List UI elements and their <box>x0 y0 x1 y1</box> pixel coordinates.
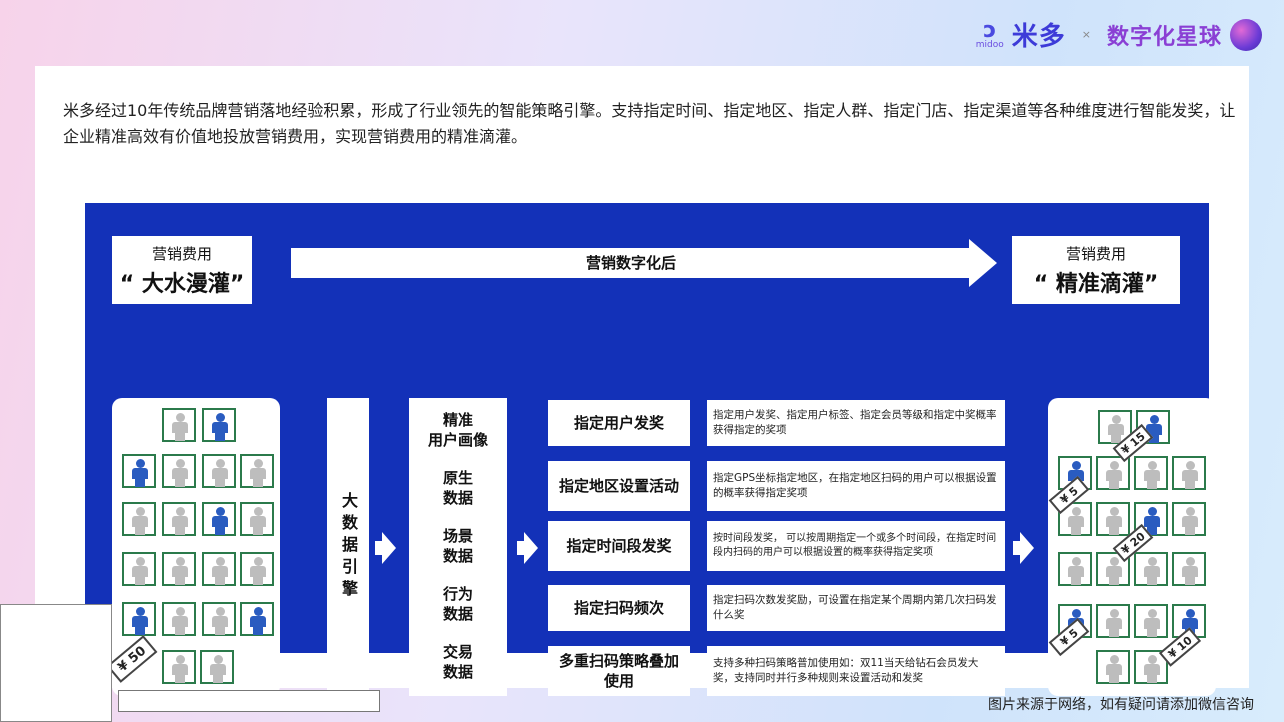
person-icon <box>122 552 156 586</box>
strategy-desc: 指定GPS坐标指定地区，在指定地区扫码的用户可以根据设置的概率获得指定奖项 <box>707 461 1005 511</box>
person-icon <box>162 502 196 536</box>
person-icon <box>200 650 234 684</box>
person-icon <box>240 602 274 636</box>
source-note: 图片来源于网络，如有疑问请添加微信咨询 <box>988 697 1254 713</box>
data-item: 精准 用户画像 <box>427 411 488 449</box>
data-item: 交易 数据 <box>442 643 473 681</box>
data-sources-column: 精准 用户画像 原生 数据 场景 数据 行为 数据 交易 数据 <box>409 398 507 696</box>
right-title-box: 营销费用 “ 精准滴灌” <box>1012 236 1180 304</box>
arrow-right-icon <box>1020 532 1034 564</box>
big-data-engine: 大数据引擎 <box>327 398 369 696</box>
overlay-box <box>0 604 112 722</box>
strategy-item: 多重扫码策略叠加使用 <box>548 646 690 696</box>
strategy-item: 指定时间段发奖 <box>548 521 690 571</box>
right-title-main: “ 精准滴灌” <box>1033 271 1159 297</box>
person-icon <box>202 502 236 536</box>
strategy-item: 指定地区设置活动 <box>548 461 690 511</box>
person-icon <box>162 602 196 636</box>
strategy-diagram: 营销费用 “ 大水漫灌” 营销数字化后 营销费用 “ 精准滴灌” ¥ 50 大数… <box>85 203 1216 696</box>
caption-strip <box>118 690 380 712</box>
data-item: 场景 数据 <box>442 527 473 565</box>
person-icon <box>202 602 236 636</box>
data-item: 原生 数据 <box>442 469 473 507</box>
data-item: 行为 数据 <box>442 585 473 623</box>
person-icon <box>162 650 196 684</box>
arrow-right-icon <box>524 532 538 564</box>
strategy-desc: 指定用户发奖、指定用户标签、指定会员等级和指定中奖概率获得指定的奖项 <box>707 400 1005 446</box>
person-icon <box>1172 502 1206 536</box>
strategy-desc: 支持多种扫码策略普加使用如：双11当天给钻石会员发大奖，支持同时并行多种规则来设… <box>707 646 1005 696</box>
person-icon <box>162 408 196 442</box>
person-icon <box>202 454 236 488</box>
top-arrow-head-icon <box>969 239 997 287</box>
person-icon <box>162 454 196 488</box>
crowd-panel-left: ¥ 50 <box>106 398 280 696</box>
engine-label: 大数据引擎 <box>339 492 358 602</box>
person-icon <box>1172 552 1206 586</box>
crowd-panel-right: ¥ 15 ¥ 5 ¥ 20 ¥ 5 ¥ 10 <box>1048 398 1216 696</box>
person-icon <box>1096 604 1130 638</box>
strategy-item: 指定用户发奖 <box>548 400 690 446</box>
price-tag-left: ¥ 50 <box>106 635 158 683</box>
person-icon <box>162 552 196 586</box>
person-icon <box>1172 456 1206 490</box>
intro-text: 米多经过10年传统品牌营销落地经验积累，形成了行业领先的智能策略引擎。支持指定时… <box>63 101 1236 146</box>
brand-name: 米多 <box>1011 22 1066 52</box>
arrow-right-icon <box>382 532 396 564</box>
midoo-logo: ↄ midoo <box>975 17 1004 50</box>
person-icon <box>122 502 156 536</box>
partner-name: 数字化星球 <box>1106 24 1222 50</box>
person-icon <box>1058 552 1092 586</box>
person-icon <box>240 552 274 586</box>
person-icon <box>240 502 274 536</box>
person-icon <box>1134 552 1168 586</box>
left-title-sub: 营销费用 <box>151 244 212 263</box>
person-icon <box>122 454 156 488</box>
midoo-logo-text: midoo <box>975 39 1004 50</box>
content-card: 米多经过10年传统品牌营销落地经验积累，形成了行业领先的智能策略引擎。支持指定时… <box>35 66 1249 696</box>
top-arrow-label: 营销数字化后 <box>585 254 676 272</box>
person-icon <box>1096 502 1130 536</box>
person-icon <box>122 602 156 636</box>
strategy-desc: 按时间段发奖， 可以按周期指定一个或多个时间段，在指定时间段内扫码的用户可以根据… <box>707 521 1005 571</box>
person-icon <box>202 408 236 442</box>
brand-header: ↄ midoo 米多 × 数字化星球 <box>976 16 1262 53</box>
person-icon <box>1134 456 1168 490</box>
brand-separator: × <box>1081 28 1091 41</box>
strategy-desc: 指定扫码次数发奖励，可设置在指定某个周期内第几次扫码发什么奖 <box>707 585 1005 631</box>
left-title-box: 营销费用 “ 大水漫灌” <box>112 236 252 304</box>
person-icon <box>202 552 236 586</box>
person-icon <box>1134 604 1168 638</box>
right-title-sub: 营销费用 <box>1065 244 1126 263</box>
planet-icon <box>1230 18 1262 51</box>
person-icon <box>240 454 274 488</box>
strategy-item: 指定扫码频次 <box>548 585 690 631</box>
person-icon <box>1096 650 1130 684</box>
midoo-logo-icon: ↄ <box>983 17 997 43</box>
left-title-main: “ 大水漫灌” <box>119 271 245 297</box>
